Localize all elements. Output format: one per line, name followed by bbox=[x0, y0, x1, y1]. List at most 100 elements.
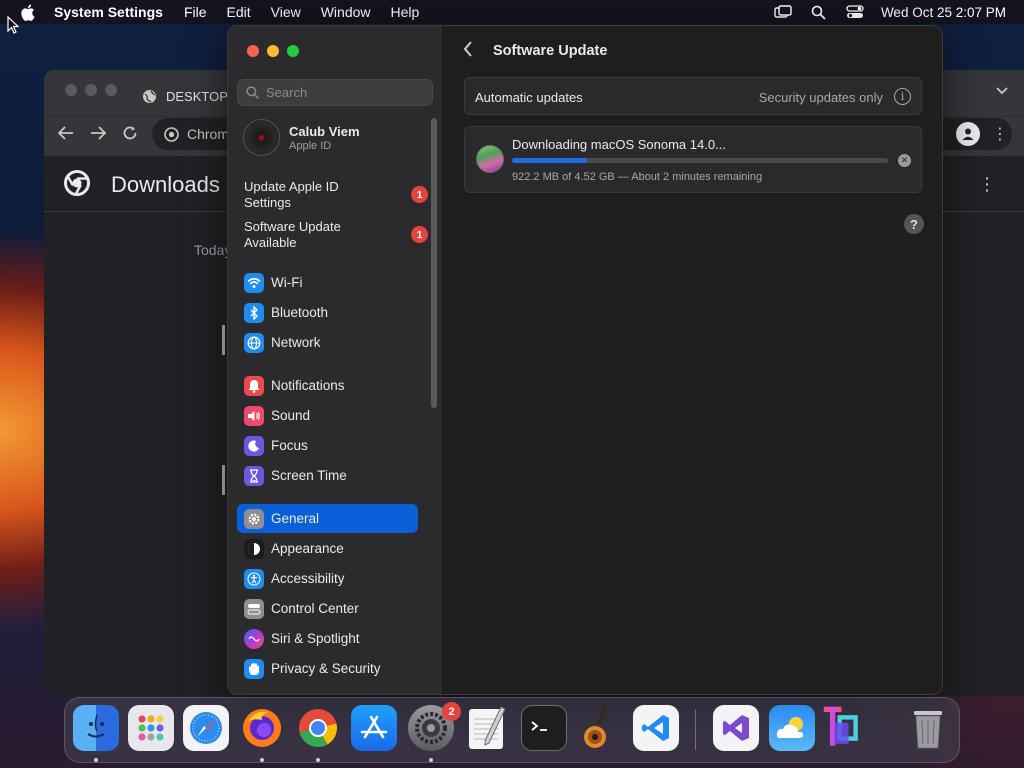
menu-edit[interactable]: Edit bbox=[227, 4, 251, 20]
sidebar-item-privacy-security[interactable]: Privacy & Security bbox=[237, 654, 418, 683]
notification-badge: 2 bbox=[442, 702, 461, 721]
sidebar-item-bluetooth[interactable]: Bluetooth bbox=[237, 298, 418, 327]
sidebar-item-label: Accessibility bbox=[271, 571, 345, 586]
sidebar-item-label: Privacy & Security bbox=[271, 661, 381, 676]
page-title: Downloads bbox=[111, 172, 220, 197]
sidebar-item-label: Wi-Fi bbox=[271, 275, 303, 290]
visual-studio-app-icon[interactable] bbox=[713, 705, 759, 751]
accessibility-icon bbox=[244, 568, 264, 589]
download-status-card: Downloading macOS Sonoma 14.0... 922.2 M… bbox=[464, 126, 922, 193]
garageband-app-icon[interactable] bbox=[577, 705, 623, 751]
hourglass-icon bbox=[244, 465, 264, 486]
sidebar-item-sound[interactable]: Sound bbox=[237, 401, 418, 430]
menu-clock[interactable]: Wed Oct 25 2:07 PM bbox=[881, 5, 1006, 20]
reload-icon[interactable] bbox=[119, 122, 141, 144]
apple-menu-icon[interactable] bbox=[16, 4, 38, 21]
system-settings-window: Search Calub Viem Apple ID Update Apple … bbox=[227, 25, 943, 695]
sidebar-item-screen-time[interactable]: Screen Time bbox=[237, 461, 418, 490]
back-arrow-icon[interactable] bbox=[55, 122, 77, 144]
chrome-close-button[interactable] bbox=[65, 84, 77, 96]
sidebar-item-appearance[interactable]: Appearance bbox=[237, 534, 418, 563]
control-center-menu-icon[interactable] bbox=[845, 4, 865, 20]
more-options-icon[interactable]: ⋮ bbox=[978, 174, 996, 195]
sidebar-item-label: Network bbox=[271, 335, 321, 350]
menu-app-name[interactable]: System Settings bbox=[54, 4, 163, 20]
date-group-label: Today bbox=[194, 242, 232, 258]
menu-help[interactable]: Help bbox=[391, 4, 420, 20]
sidebar: Search Calub Viem Apple ID Update Apple … bbox=[228, 26, 443, 694]
siri-icon bbox=[244, 628, 264, 649]
trash-app-icon[interactable] bbox=[905, 705, 951, 751]
chrome-zoom-button[interactable] bbox=[105, 84, 117, 96]
sidebar-item-general[interactable]: General bbox=[237, 504, 418, 533]
chrome-tab[interactable]: DESKTOP bbox=[142, 78, 228, 114]
gear-icon bbox=[244, 508, 264, 529]
download-progress-fill bbox=[512, 158, 588, 163]
sidebar-item-focus[interactable]: Focus bbox=[237, 431, 418, 460]
notification-badge: 1 bbox=[411, 186, 428, 203]
menu-view[interactable]: View bbox=[271, 4, 301, 20]
chrome-menu-icon[interactable]: ⋮ bbox=[992, 124, 1008, 144]
sidebar-item-label: Sound bbox=[271, 408, 311, 423]
chrome-minimize-button[interactable] bbox=[85, 84, 97, 96]
account-name: Calub Viem bbox=[289, 123, 360, 139]
hand-icon bbox=[244, 658, 264, 679]
menu-bar: System Settings File Edit View Window He… bbox=[0, 0, 1024, 24]
menu-file[interactable]: File bbox=[184, 4, 207, 20]
download-item-marker bbox=[222, 325, 225, 355]
help-button[interactable]: ? bbox=[904, 214, 924, 234]
zoom-button[interactable] bbox=[287, 45, 299, 57]
jetbrains-app-icon[interactable] bbox=[822, 705, 868, 751]
sidebar-item-label: Control Center bbox=[271, 601, 359, 616]
sidebar-item-wifi[interactable]: Wi-Fi bbox=[237, 268, 418, 297]
sidebar-scrollbar[interactable] bbox=[431, 118, 437, 408]
menu-window[interactable]: Window bbox=[321, 4, 371, 20]
bluetooth-icon bbox=[244, 302, 264, 323]
minimize-button[interactable] bbox=[267, 45, 279, 57]
chevron-down-icon[interactable] bbox=[996, 84, 1008, 98]
search-input[interactable]: Search bbox=[237, 79, 433, 106]
chrome-logo-icon bbox=[164, 126, 179, 142]
sidebar-item-software-update-available[interactable]: Software Update Available 1 bbox=[244, 219, 429, 251]
mouse-pointer-icon bbox=[7, 15, 20, 34]
apple-id-account[interactable]: Calub Viem Apple ID bbox=[243, 119, 360, 156]
download-title: Downloading macOS Sonoma 14.0... bbox=[512, 137, 726, 152]
sidebar-item-update-apple-id[interactable]: Update Apple ID Settings 1 bbox=[244, 179, 429, 211]
avatar bbox=[243, 119, 280, 156]
automatic-updates-value: Security updates only bbox=[758, 90, 883, 105]
terminal-app-icon[interactable] bbox=[521, 705, 567, 751]
sidebar-item-accessibility[interactable]: Accessibility bbox=[237, 564, 418, 593]
back-chevron-icon[interactable] bbox=[463, 41, 473, 62]
automatic-updates-row[interactable]: Automatic updates Security updates only … bbox=[464, 77, 922, 115]
sidebar-item-network[interactable]: Network bbox=[237, 328, 418, 357]
textedit-app-icon[interactable] bbox=[464, 705, 510, 751]
close-button[interactable] bbox=[247, 45, 259, 57]
macos-sonoma-icon bbox=[476, 145, 504, 173]
vscode-app-icon[interactable] bbox=[633, 705, 679, 751]
download-item-marker bbox=[222, 465, 225, 495]
page-title: Software Update bbox=[493, 43, 608, 59]
safari-app-icon[interactable] bbox=[183, 705, 229, 751]
firefox-app-icon[interactable] bbox=[239, 705, 285, 751]
app-store-app-icon[interactable] bbox=[351, 705, 397, 751]
screen-mirroring-icon[interactable] bbox=[773, 4, 793, 20]
info-icon[interactable]: i bbox=[894, 88, 911, 105]
chrome-app-icon[interactable] bbox=[295, 705, 341, 751]
profile-icon[interactable] bbox=[956, 122, 980, 146]
cancel-download-icon[interactable]: ✕ bbox=[898, 154, 911, 167]
running-indicator bbox=[316, 758, 320, 762]
software-update-pane: Software Update Automatic updates Securi… bbox=[444, 26, 942, 694]
finder-app-icon[interactable] bbox=[73, 705, 119, 751]
account-subtitle: Apple ID bbox=[289, 139, 332, 152]
forward-arrow-icon[interactable] bbox=[87, 122, 109, 144]
sidebar-item-siri-spotlight[interactable]: Siri & Spotlight bbox=[237, 624, 418, 653]
sidebar-item-notifications[interactable]: Notifications bbox=[237, 371, 418, 400]
spotlight-search-icon[interactable] bbox=[809, 4, 829, 20]
download-detail: 922.2 MB of 4.52 GB — About 2 minutes re… bbox=[512, 171, 763, 183]
sidebar-item-label: Notifications bbox=[271, 378, 345, 393]
download-progress-bar bbox=[512, 158, 888, 163]
globe-icon bbox=[244, 332, 264, 353]
weather-app-icon[interactable] bbox=[769, 705, 815, 751]
launchpad-app-icon[interactable] bbox=[128, 705, 174, 751]
sidebar-item-control-center[interactable]: Control Center bbox=[237, 594, 418, 623]
